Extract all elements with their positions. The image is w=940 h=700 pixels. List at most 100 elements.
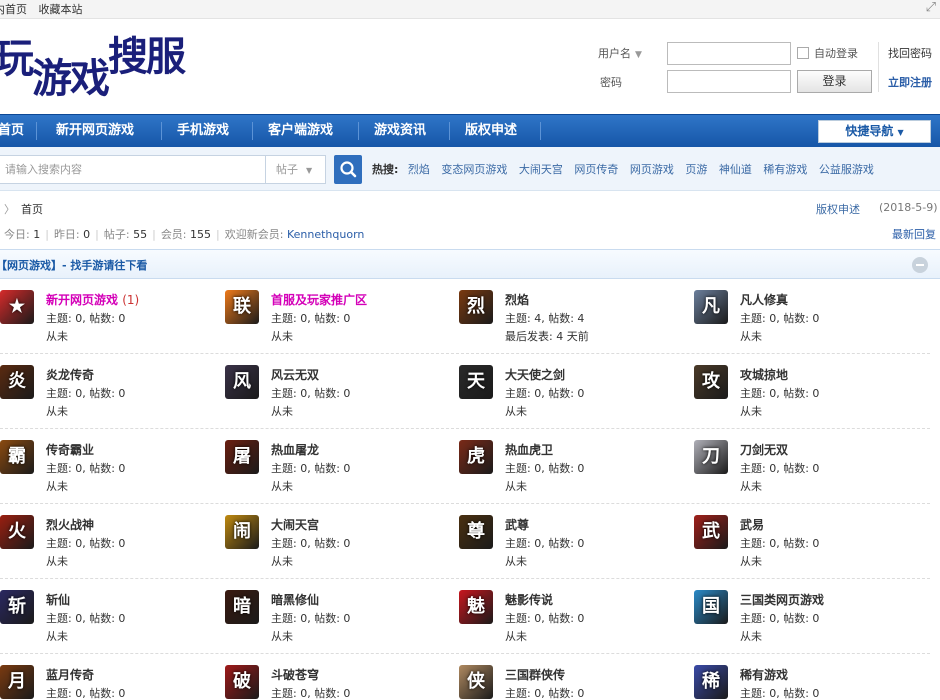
forum-item[interactable]: 月 蓝月传奇 主题: 0, 帖数: 0 (0, 655, 230, 700)
forum-item[interactable]: 稀 稀有游戏 主题: 0, 帖数: 0 (694, 655, 924, 700)
forum-last-post[interactable]: 最后发表: 4 天前 (505, 328, 589, 344)
forum-name[interactable]: 风云无双 (271, 366, 319, 383)
newest-member-link[interactable]: Kennethquorn (287, 228, 364, 241)
game-icon[interactable]: 天 (459, 365, 493, 399)
hot-search-link[interactable]: 变态网页游戏 (441, 163, 507, 176)
hot-search-link[interactable]: 神仙道 (719, 163, 752, 176)
nav-item-copyright[interactable]: 版权申述 (465, 115, 517, 147)
username-label[interactable]: 用户名 ▼ (598, 45, 642, 61)
nav-item-client-games[interactable]: 客户端游戏 (268, 115, 333, 147)
register-link[interactable]: 立即注册 (888, 74, 932, 90)
nav-item-mobile-games[interactable]: 手机游戏 (177, 115, 229, 147)
forum-name[interactable]: 斩仙 (46, 591, 70, 608)
category-title[interactable]: 【网页游戏】- 找手游请往下看 (0, 257, 147, 273)
nav-item-new-web-games[interactable]: 新开网页游戏 (56, 115, 134, 147)
forum-item[interactable]: 火 烈火战神 主题: 0, 帖数: 0 从未 (0, 505, 230, 580)
forum-item[interactable]: 虎 热血虎卫 主题: 0, 帖数: 0 从未 (459, 430, 689, 505)
forum-item[interactable]: 刀 刀剑无双 主题: 0, 帖数: 0 从未 (694, 430, 924, 505)
union-icon[interactable]: 联 (225, 290, 259, 324)
username-input[interactable] (667, 42, 791, 65)
forum-name[interactable]: 武易 (740, 516, 764, 533)
search-button[interactable] (334, 155, 362, 184)
password-input[interactable] (667, 70, 791, 93)
nav-item-game-news[interactable]: 游戏资讯 (374, 115, 426, 147)
forum-item[interactable]: 霸 传奇霸业 主题: 0, 帖数: 0 从未 (0, 430, 230, 505)
game-icon[interactable]: 月 (0, 665, 34, 699)
site-logo[interactable]: 玩游戏搜服 (0, 37, 186, 99)
game-icon[interactable]: 暗 (225, 590, 259, 624)
forum-item[interactable]: 魅 魅影传说 主题: 0, 帖数: 0 从未 (459, 580, 689, 655)
forum-name[interactable]: 魅影传说 (505, 591, 553, 608)
game-icon[interactable]: 魅 (459, 590, 493, 624)
forum-item[interactable]: 斩 斩仙 主题: 0, 帖数: 0 从未 (0, 580, 230, 655)
forum-item[interactable]: 国 三国类网页游戏 主题: 0, 帖数: 0 从未 (694, 580, 924, 655)
forum-item[interactable]: 闹 大闹天宫 主题: 0, 帖数: 0 从未 (225, 505, 455, 580)
forum-item[interactable]: ★ 新开网页游戏 (1) 主题: 0, 帖数: 0 从未 (0, 280, 230, 355)
forum-name[interactable]: 大天使之剑 (505, 366, 565, 383)
forum-item[interactable]: 尊 武尊 主题: 0, 帖数: 0 从未 (459, 505, 689, 580)
forum-name[interactable]: 刀剑无双 (740, 441, 788, 458)
forum-item[interactable]: 暗 暗黑修仙 主题: 0, 帖数: 0 从未 (225, 580, 455, 655)
game-icon[interactable]: 霸 (0, 440, 34, 474)
forum-name[interactable]: 首服及玩家推广区 (271, 291, 367, 308)
forum-item[interactable]: 攻 攻城掠地 主题: 0, 帖数: 0 从未 (694, 355, 924, 430)
forum-name[interactable]: 传奇霸业 (46, 441, 94, 458)
bookmark-link[interactable]: 收藏本站 (39, 3, 83, 16)
hot-search-link[interactable]: 稀有游戏 (763, 163, 807, 176)
collapse-icon[interactable] (912, 257, 928, 273)
hot-search-link[interactable]: 公益服游戏 (819, 163, 874, 176)
forum-name[interactable]: 三国群侠传 (505, 666, 565, 683)
game-icon[interactable]: 烈 (459, 290, 493, 324)
forum-item[interactable]: 联 首服及玩家推广区 主题: 0, 帖数: 0 从未 (225, 280, 455, 355)
game-icon[interactable]: 凡 (694, 290, 728, 324)
copyright-link[interactable]: 版权申述 (816, 201, 860, 217)
forum-item[interactable]: 破 斗破苍穹 主题: 0, 帖数: 0 (225, 655, 455, 700)
forum-name[interactable]: 斗破苍穹 (271, 666, 319, 683)
login-button[interactable]: 登录 (797, 70, 872, 93)
hot-search-link[interactable]: 烈焰 (408, 163, 430, 176)
game-icon[interactable]: 火 (0, 515, 34, 549)
forum-item[interactable]: 侠 三国群侠传 主题: 0, 帖数: 0 (459, 655, 689, 700)
forum-name[interactable]: 热血虎卫 (505, 441, 553, 458)
search-type-select[interactable]: 帖子 ▼ (266, 155, 326, 184)
game-icon[interactable]: 刀 (694, 440, 728, 474)
game-icon[interactable]: 尊 (459, 515, 493, 549)
game-icon[interactable]: 攻 (694, 365, 728, 399)
forum-name[interactable]: 稀有游戏 (740, 666, 788, 683)
game-icon[interactable]: 炎 (0, 365, 34, 399)
forum-name[interactable]: 新开网页游戏 (1) (46, 291, 139, 308)
forum-name[interactable]: 攻城掠地 (740, 366, 788, 383)
forum-name[interactable]: 烈火战神 (46, 516, 94, 533)
game-icon[interactable]: 破 (225, 665, 259, 699)
forum-name[interactable]: 蓝月传奇 (46, 666, 94, 683)
forum-item[interactable]: 凡 凡人修真 主题: 0, 帖数: 0 从未 (694, 280, 924, 355)
forum-item[interactable]: 天 大天使之剑 主题: 0, 帖数: 0 从未 (459, 355, 689, 430)
forum-name[interactable]: 三国类网页游戏 (740, 591, 824, 608)
game-icon[interactable]: 屠 (225, 440, 259, 474)
latest-replies-link[interactable]: 最新回复 (892, 226, 936, 242)
game-icon[interactable]: 斩 (0, 590, 34, 624)
set-homepage-link[interactable]: 内首页 (0, 3, 27, 16)
game-icon[interactable]: 国 (694, 590, 728, 624)
hot-search-link[interactable]: 网页游戏 (630, 163, 674, 176)
breadcrumb-home[interactable]: 〉首页 (4, 201, 43, 217)
search-input[interactable]: 请输入搜索内容 (0, 155, 266, 184)
quick-nav-button[interactable]: 快捷导航 ▼ (818, 120, 931, 143)
hot-search-link[interactable]: 网页传奇 (574, 163, 618, 176)
forum-item[interactable]: 炎 炎龙传奇 主题: 0, 帖数: 0 从未 (0, 355, 230, 430)
mario-icon[interactable]: ★ (0, 290, 34, 324)
auto-login-checkbox[interactable]: 自动登录 (797, 45, 858, 61)
nav-item-home[interactable]: 首页 (0, 115, 24, 147)
find-password-link[interactable]: 找回密码 (888, 45, 932, 61)
game-icon[interactable]: 风 (225, 365, 259, 399)
forum-name[interactable]: 热血屠龙 (271, 441, 319, 458)
game-icon[interactable]: 武 (694, 515, 728, 549)
forum-name[interactable]: 大闹天宫 (271, 516, 319, 533)
expand-icon[interactable]: ⤢ (926, 0, 936, 15)
forum-item[interactable]: 风 风云无双 主题: 0, 帖数: 0 从未 (225, 355, 455, 430)
forum-name[interactable]: 凡人修真 (740, 291, 788, 308)
hot-search-link[interactable]: 页游 (685, 163, 707, 176)
forum-item[interactable]: 武 武易 主题: 0, 帖数: 0 从未 (694, 505, 924, 580)
forum-name[interactable]: 武尊 (505, 516, 529, 533)
forum-item[interactable]: 屠 热血屠龙 主题: 0, 帖数: 0 从未 (225, 430, 455, 505)
